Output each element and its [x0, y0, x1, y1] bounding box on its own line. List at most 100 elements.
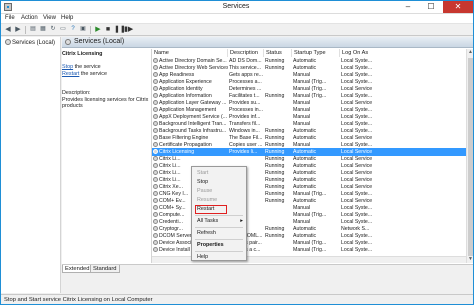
- description-text: Provides licensing services for Citrix p…: [62, 97, 149, 110]
- start-service-icon[interactable]: ▶: [94, 26, 102, 33]
- tree-item-label: Services (Local): [12, 40, 56, 46]
- pane-header: Services (Local): [62, 37, 473, 48]
- gear-icon: [65, 39, 71, 45]
- description-panel: Citrix Licensing Stop the service Restar…: [62, 49, 150, 263]
- context-menu-restart[interactable]: Restart: [195, 205, 227, 214]
- table-cell-logon: Local Syste...: [341, 247, 373, 253]
- close-button[interactable]: ✕: [443, 1, 473, 13]
- menu-bar: File Action View Help: [1, 14, 473, 24]
- refresh-icon[interactable]: ↻: [49, 26, 57, 33]
- back-icon[interactable]: ◀: [4, 26, 12, 33]
- stop-service-icon[interactable]: ■: [104, 26, 112, 33]
- service-gear-icon: [153, 65, 158, 70]
- service-gear-icon: [153, 156, 158, 161]
- services-pane: Services (Local) Citrix Licensing Stop t…: [62, 37, 473, 264]
- service-gear-icon: [153, 114, 158, 119]
- tab-standard[interactable]: Standard: [90, 265, 120, 273]
- service-gear-icon: [153, 135, 158, 140]
- status-bar: Stop and Start service Citrix Licensing …: [1, 294, 473, 304]
- restart-line: Restart the service: [62, 71, 107, 77]
- pane-title: Services (Local): [74, 38, 125, 45]
- scroll-down-arrow-icon[interactable]: ▼: [467, 256, 473, 263]
- service-gear-icon: [153, 142, 158, 147]
- help-topics-icon[interactable]: ▣: [79, 26, 87, 33]
- service-gear-icon: [153, 233, 158, 238]
- context-menu-resume[interactable]: Resume: [192, 196, 246, 205]
- context-menu-help[interactable]: Help: [192, 253, 246, 262]
- service-gear-icon: [153, 58, 158, 63]
- toolbar-separator: [90, 26, 91, 34]
- menu-action[interactable]: Action: [21, 15, 38, 21]
- service-gear-icon: [153, 177, 158, 182]
- service-gear-icon: [153, 191, 158, 196]
- menu-help[interactable]: Help: [61, 15, 73, 21]
- service-gear-icon: [153, 107, 158, 112]
- menu-separator: [195, 239, 243, 240]
- service-gear-icon: [153, 212, 158, 217]
- service-gear-icon: [153, 72, 158, 77]
- title-bar: Services – ☐ ✕: [1, 1, 473, 14]
- service-gear-icon: [153, 198, 158, 203]
- all-tasks-label: All Tasks: [197, 218, 219, 224]
- gear-icon: [5, 39, 11, 45]
- stop-link[interactable]: Stop: [62, 64, 73, 70]
- services-app-icon: [4, 3, 12, 11]
- window-title: Services: [222, 3, 250, 10]
- service-gear-icon: [153, 240, 158, 245]
- context-menu-stop[interactable]: Stop: [192, 178, 246, 187]
- context-menu-refresh[interactable]: Refresh: [192, 229, 246, 238]
- help-icon[interactable]: ?: [69, 26, 77, 33]
- service-gear-icon: [153, 163, 158, 168]
- column-header-description[interactable]: Description: [228, 49, 264, 57]
- minimize-button[interactable]: –: [397, 1, 419, 13]
- service-gear-icon: [153, 226, 158, 231]
- service-gear-icon: [153, 170, 158, 175]
- view-tabs: Extended Standard: [62, 264, 473, 273]
- show-hide-console-tree-icon[interactable]: ▤: [29, 26, 37, 33]
- scroll-up-arrow-icon[interactable]: ▲: [467, 49, 473, 56]
- services-window: Services – ☐ ✕ File Action View Help ◀ ▶…: [0, 0, 474, 305]
- service-gear-icon: [153, 184, 158, 189]
- toolbar-separator: [25, 26, 26, 34]
- maximize-button[interactable]: ☐: [420, 1, 442, 13]
- submenu-arrow-icon: ▸: [240, 218, 243, 224]
- context-menu-properties[interactable]: Properties: [192, 241, 246, 250]
- tree-item-services-local[interactable]: Services (Local): [5, 39, 55, 46]
- service-gear-icon: [153, 86, 158, 91]
- menu-view[interactable]: View: [43, 15, 56, 21]
- tab-extended[interactable]: Extended: [62, 265, 93, 273]
- menu-separator: [195, 227, 243, 228]
- service-gear-icon: [153, 128, 158, 133]
- service-gear-icon: [153, 121, 158, 126]
- restart-link[interactable]: Restart: [62, 71, 79, 77]
- service-gear-icon: [153, 219, 158, 224]
- context-menu-pause[interactable]: Pause: [192, 187, 246, 196]
- column-header-status[interactable]: Status: [264, 49, 292, 57]
- forward-icon[interactable]: ▶: [14, 26, 22, 33]
- console-tree: Services (Local): [1, 37, 61, 293]
- context-menu-all-tasks[interactable]: All Tasks ▸: [192, 217, 246, 226]
- toolbar: ◀ ▶ ▤ ▦ ↻ ▭ ? ▣ ▶ ■ ❚❚ ▮▶: [1, 24, 473, 36]
- properties-icon[interactable]: ▦: [39, 26, 47, 33]
- service-gear-icon: [153, 100, 158, 105]
- column-header-startup-type[interactable]: Startup Type: [292, 49, 340, 57]
- scrollbar-thumb[interactable]: [468, 58, 473, 256]
- service-name: Citrix Licensing: [62, 51, 103, 57]
- menu-file[interactable]: File: [5, 15, 15, 21]
- stop-rest: the service: [73, 64, 101, 70]
- column-header-name[interactable]: Name: [152, 49, 228, 57]
- export-list-icon[interactable]: ▭: [59, 26, 67, 33]
- description-label: Description:: [62, 90, 91, 96]
- service-gear-icon: [153, 205, 158, 210]
- menu-separator: [195, 215, 243, 216]
- pause-service-icon[interactable]: ❚❚: [114, 26, 126, 33]
- context-menu-start[interactable]: Start: [192, 169, 246, 178]
- menu-separator: [195, 251, 243, 252]
- context-menu: Start Stop Pause Resume Restart All Task…: [191, 166, 247, 261]
- restart-service-icon[interactable]: ▮▶: [124, 26, 133, 33]
- column-header-log-on-as[interactable]: Log On As: [340, 49, 473, 57]
- service-gear-icon: [153, 247, 158, 252]
- vertical-scrollbar[interactable]: ▲ ▼: [466, 49, 473, 263]
- restart-rest: the service: [79, 71, 107, 77]
- table-cell-startup: Manual (Trig...: [293, 247, 327, 253]
